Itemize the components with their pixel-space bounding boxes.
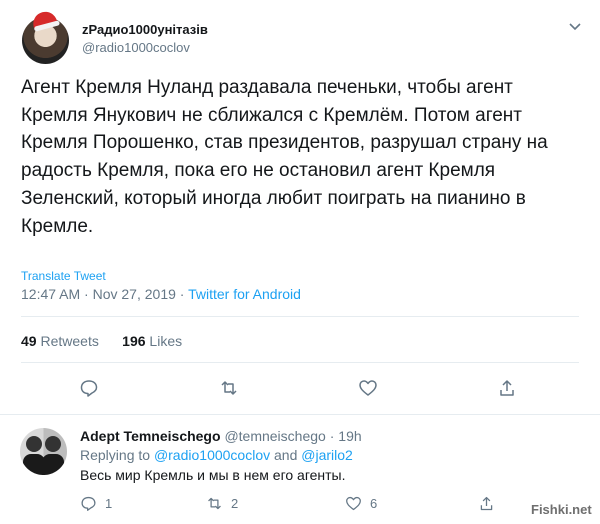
reply-retweet-count: 2 [231, 496, 239, 511]
watermark: Fishki.net [531, 502, 592, 517]
reply-comment-button[interactable]: 1 [80, 495, 112, 512]
reply-time[interactable]: 19h [338, 428, 361, 444]
likes-label: Likes [149, 333, 183, 349]
tweet-text: Агент Кремля Нуланд раздавала печеньки, … [21, 77, 548, 237]
display-name[interactable]: zРадио1000унітазів [82, 22, 208, 37]
reply-display-name[interactable]: Adept Temneischego [80, 428, 221, 444]
reply-comment-count: 1 [105, 496, 113, 511]
reply-avatar[interactable] [20, 428, 67, 475]
separator: · [329, 428, 335, 444]
tweet-time[interactable]: 12:47 AM [21, 286, 80, 302]
reply-like-button[interactable]: 6 [345, 495, 377, 512]
and-label: and [274, 447, 298, 463]
replying-label: Replying to [80, 447, 151, 463]
comment-icon[interactable] [79, 378, 99, 398]
share-icon[interactable] [497, 378, 517, 398]
user-handle[interactable]: @radio1000coclov [82, 40, 190, 55]
divider [0, 414, 600, 415]
share-icon[interactable] [478, 495, 495, 512]
mention-link[interactable]: @radio1000coclov [154, 447, 270, 463]
comment-icon [81, 496, 96, 511]
mention-link[interactable]: @jarilo2 [301, 447, 353, 463]
reply-retweet-button[interactable]: 2 [206, 495, 238, 512]
reply-text: Весь мир Кремль и мы в нем его агенты. [80, 467, 346, 483]
santa-hat-icon [30, 9, 58, 29]
tweet-date[interactable]: Nov 27, 2019 [93, 286, 176, 302]
tweet-stats: 49 Retweets 196 Likes [21, 333, 182, 349]
reply-header: Adept Temneischego @temneischego · 19h [80, 428, 362, 444]
retweet-icon[interactable] [219, 378, 239, 398]
reply-handle[interactable]: @temneischego [224, 428, 325, 444]
like-icon[interactable] [358, 378, 378, 398]
retweets-label: Retweets [40, 333, 99, 349]
retweet-icon [208, 497, 221, 510]
reply-like-count: 6 [370, 496, 378, 511]
divider [21, 362, 579, 363]
replying-to: Replying to @radio1000coclov and @jarilo… [80, 447, 353, 463]
translate-tweet-link[interactable]: Translate Tweet [21, 269, 106, 283]
separator: · [179, 286, 185, 302]
like-icon [346, 496, 361, 511]
tweet-source-link[interactable]: Twitter for Android [188, 286, 301, 302]
tweet-meta: 12:47 AM · Nov 27, 2019 · Twitter for An… [21, 286, 301, 302]
likes-count: 196 [122, 333, 146, 349]
chevron-down-icon[interactable] [567, 18, 583, 34]
likes-stat[interactable]: 196 Likes [122, 333, 182, 349]
retweets-count: 49 [21, 333, 37, 349]
retweets-stat[interactable]: 49 Retweets [21, 333, 103, 349]
divider [21, 316, 579, 317]
separator: · [84, 286, 89, 302]
